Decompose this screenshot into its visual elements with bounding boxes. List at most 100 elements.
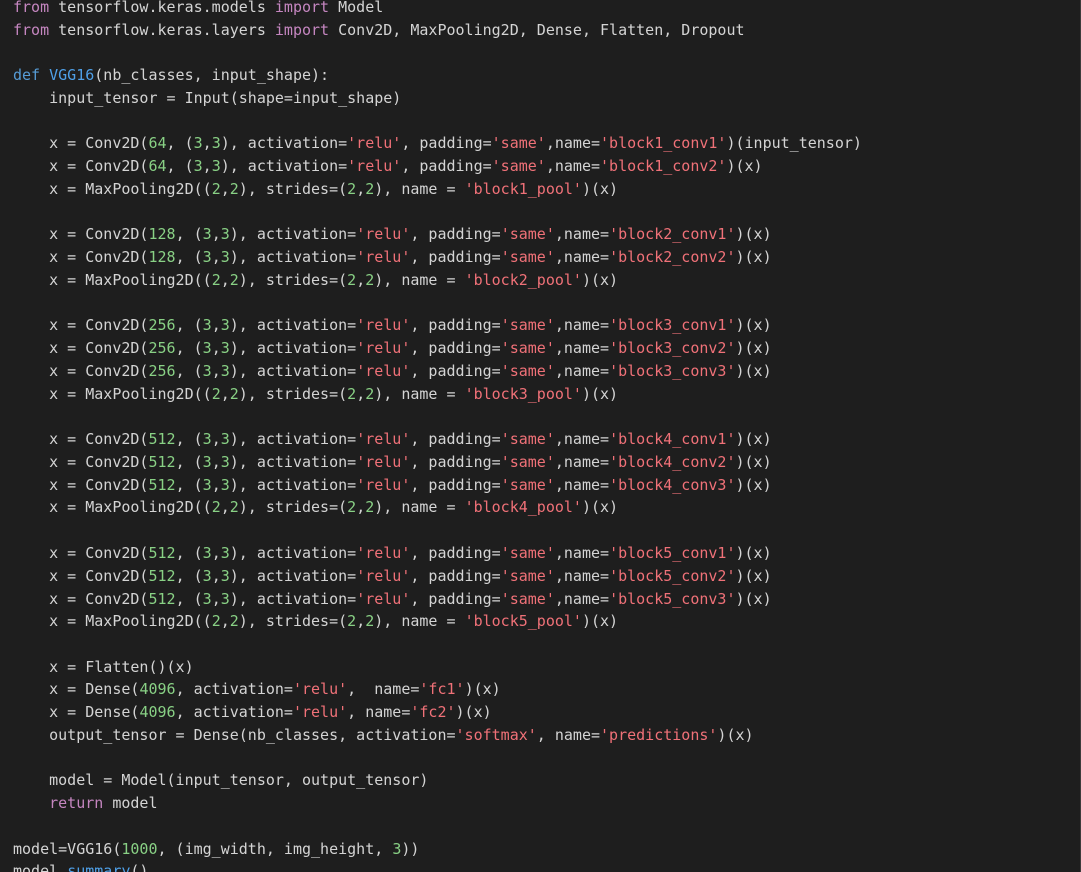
code-line[interactable]: x = Conv2D(256, (3,3), activation='relu'… — [13, 337, 772, 359]
string-token: 'same' — [500, 248, 555, 266]
code-text-token: x = MaxPooling2D(( — [13, 498, 212, 516]
code-text-token: x = Conv2D( — [13, 567, 149, 585]
number-token: 3 — [220, 316, 230, 334]
code-text-token: , — [211, 316, 221, 334]
code-text-token: ), name = — [374, 498, 465, 516]
string-token: 'same' — [500, 316, 555, 334]
number-token: 3 — [392, 840, 402, 858]
code-text-token: ), strides=( — [238, 612, 348, 630]
string-token: 'block5_conv3' — [609, 590, 736, 608]
code-text-token: ), activation= — [229, 453, 357, 471]
code-text-token: x = Flatten()(x) — [13, 658, 194, 676]
code-line[interactable]: def VGG16(nb_classes, input_shape): — [13, 64, 329, 86]
string-token: 'relu' — [347, 134, 402, 152]
code-line[interactable]: output_tensor = Dense(nb_classes, activa… — [13, 724, 754, 746]
code-line[interactable]: model.summary() — [13, 860, 148, 872]
string-token: 'same' — [500, 430, 555, 448]
code-line[interactable]: x = Dense(4096, activation='relu', name=… — [13, 678, 501, 700]
code-line[interactable]: x = Conv2D(256, (3,3), activation='relu'… — [13, 360, 772, 382]
code-line[interactable]: x = MaxPooling2D((2,2), strides=(2,2), n… — [13, 383, 618, 405]
string-token: 'same' — [491, 134, 546, 152]
code-text-token: , padding= — [410, 544, 501, 562]
code-text-token: )(x) — [735, 590, 772, 608]
code-line[interactable]: x = MaxPooling2D((2,2), strides=(2,2), n… — [13, 269, 618, 291]
code-text-token: , padding= — [410, 590, 501, 608]
number-token: 3 — [202, 476, 212, 494]
code-text-token: )(x) — [581, 271, 619, 289]
code-text-token: , padding= — [401, 157, 492, 175]
code-text-token: model. — [13, 862, 68, 872]
string-token: 'block4_conv3' — [609, 476, 736, 494]
code-text-token: , padding= — [410, 316, 501, 334]
code-line[interactable]: from tensorflow.keras.models import Mode… — [13, 0, 383, 18]
code-text-token: , ( — [175, 590, 203, 608]
code-line[interactable]: x = Conv2D(512, (3,3), activation='relu'… — [13, 428, 772, 450]
code-text-token: tensorflow.keras.layers — [49, 21, 275, 39]
code-text-token: , — [211, 362, 221, 380]
keyword-token: from — [13, 0, 50, 16]
code-text-token: model = Model(input_tensor, output_tenso… — [13, 771, 429, 789]
number-token: 3 — [220, 453, 230, 471]
code-text-token: )) — [401, 840, 420, 858]
code-line[interactable]: x = Flatten()(x) — [13, 656, 194, 678]
code-text-token: , padding= — [410, 225, 501, 243]
number-token: 3 — [202, 316, 212, 334]
code-line[interactable]: x = Conv2D(512, (3,3), activation='relu'… — [13, 474, 772, 496]
code-line[interactable]: x = Conv2D(512, (3,3), activation='relu'… — [13, 565, 772, 587]
string-token: 'block2_conv1' — [609, 225, 736, 243]
string-token: 'relu' — [347, 157, 402, 175]
code-text-token: )(x) — [717, 726, 754, 744]
string-token: 'block5_conv2' — [609, 567, 736, 585]
code-line[interactable]: x = Conv2D(512, (3,3), activation='relu'… — [13, 451, 772, 473]
code-line[interactable]: x = MaxPooling2D((2,2), strides=(2,2), n… — [13, 610, 618, 632]
code-line[interactable]: from tensorflow.keras.layers import Conv… — [13, 19, 745, 41]
code-text-token: () — [130, 862, 149, 872]
keyword-token: import — [274, 0, 330, 16]
number-token: 2 — [347, 271, 357, 289]
number-token: 2 — [229, 180, 239, 198]
number-token: 2 — [365, 271, 375, 289]
code-text-token: ,name= — [554, 316, 610, 334]
string-token: 'block3_conv2' — [609, 339, 736, 357]
code-line[interactable]: x = Conv2D(512, (3,3), activation='relu'… — [13, 542, 772, 564]
code-line[interactable]: x = MaxPooling2D((2,2), strides=(2,2), n… — [13, 178, 618, 200]
code-line[interactable]: x = Conv2D(256, (3,3), activation='relu'… — [13, 314, 772, 336]
code-text-token: ), activation= — [229, 316, 357, 334]
code-line[interactable]: x = Dense(4096, activation='relu', name=… — [13, 701, 492, 723]
number-token: 3 — [220, 339, 230, 357]
code-text-token: ,name= — [554, 544, 610, 562]
code-editor[interactable]: from tensorflow.keras.models import Mode… — [0, 0, 1081, 872]
number-token: 3 — [220, 544, 230, 562]
code-line[interactable]: x = MaxPooling2D((2,2), strides=(2,2), n… — [13, 496, 618, 518]
code-line[interactable]: x = Conv2D(128, (3,3), activation='relu'… — [13, 223, 772, 245]
number-token: 2 — [211, 180, 221, 198]
code-text-token: , padding= — [410, 362, 501, 380]
code-text-token: , padding= — [410, 453, 501, 471]
string-token: 'relu' — [356, 225, 411, 243]
code-line[interactable]: x = Conv2D(128, (3,3), activation='relu'… — [13, 246, 772, 268]
code-line[interactable]: x = Conv2D(64, (3,3), activation='relu',… — [13, 155, 762, 177]
code-text-token: ), activation= — [229, 544, 357, 562]
code-text-token: )(x) — [735, 453, 772, 471]
number-token: 2 — [347, 498, 357, 516]
string-token: 'softmax' — [455, 726, 537, 744]
code-text-token: )(x) — [581, 498, 619, 516]
code-line[interactable]: input_tensor = Input(shape=input_shape) — [13, 87, 401, 109]
code-line[interactable]: x = Conv2D(64, (3,3), activation='relu',… — [13, 132, 862, 154]
code-text-token: , name= — [347, 703, 411, 721]
code-text-token: x = Conv2D( — [13, 544, 149, 562]
code-text-token: , — [211, 339, 221, 357]
number-token: 512 — [148, 567, 176, 585]
code-line[interactable]: model=VGG16(1000, (img_width, img_height… — [13, 838, 419, 860]
code-line[interactable]: model = Model(input_tensor, output_tenso… — [13, 769, 428, 791]
number-token: 64 — [148, 157, 167, 175]
code-line[interactable]: x = Conv2D(512, (3,3), activation='relu'… — [13, 588, 772, 610]
code-text-token: , — [220, 271, 230, 289]
code-text-token: ), activation= — [220, 157, 348, 175]
number-token: 2 — [347, 612, 357, 630]
code-text-token: )(x) — [735, 362, 772, 380]
number-token: 3 — [202, 339, 212, 357]
code-line[interactable]: return model — [13, 792, 157, 814]
string-token: 'relu' — [356, 430, 411, 448]
